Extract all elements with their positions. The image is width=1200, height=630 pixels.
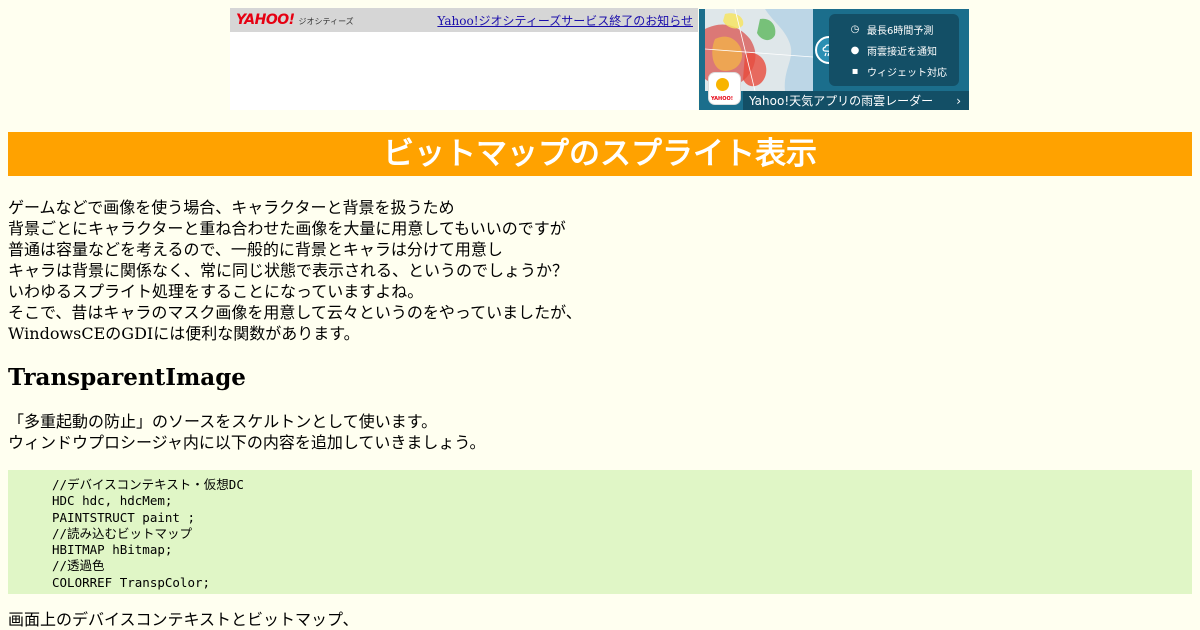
app-icon-label: YAHOO! [711, 96, 733, 102]
feature-item: ▪ ウィジェット対応 [849, 61, 959, 82]
intro-line: ゲームなどで画像を使う場合、キャラクターと背景を扱うため [8, 198, 455, 217]
feature-label: 最長6時間予測 [867, 26, 934, 37]
intro-line: 普通は容量などを考えるので、一般的に背景とキャラは分けて用意し [8, 240, 503, 259]
section-line: ウィンドウプロシージャ内に以下の内容を追加していきましょう。 [8, 433, 486, 452]
yahoo-geocities-logo[interactable]: YAHOO! ジオシティーズ [236, 12, 354, 28]
section-paragraph: 「多重起動の防止」のソースをスケルトンとして使います。 ウィンドウプロシージャ内… [8, 411, 485, 453]
ad-footer-link[interactable]: Yahoo!天気アプリの雨雲レーダー › [743, 91, 969, 110]
code-line: //透過色 [52, 558, 105, 574]
feature-item: ● 雨雲接近を通知 [849, 40, 959, 61]
code-line: PAINTSTRUCT paint ; [52, 509, 195, 525]
chevron-right-icon: › [956, 93, 961, 108]
code-line: //デバイスコンテキスト・仮想DC [52, 477, 244, 492]
intro-line: そこで、昔はキャラのマスク画像を用意して云々というのをやっていましたが、 [8, 303, 582, 322]
code-line: //読み込むビットマップ [52, 525, 193, 541]
feature-list: ◷ 最長6時間予測 ● 雨雲接近を通知 ▪ ウィジェット対応 [829, 14, 959, 86]
intro-line: キャラは背景に関係なく、常に同じ状態で表示される、というのでしょうか？ [8, 261, 569, 280]
clock-icon: ◷ [850, 24, 860, 35]
intro-line: WindowsCEのGDIには便利な関数があります。 [8, 324, 360, 343]
code-block: //デバイスコンテキスト・仮想DC HDC hdc, hdcMem; PAINT… [8, 470, 1192, 594]
intro-paragraph: ゲームなどで画像を使う場合、キャラクターと背景を扱うため 背景ごとにキャラクター… [8, 197, 582, 344]
page-title: ビットマップのスプライト表示 [8, 132, 1192, 176]
intro-line: いわゆるスプライト処理をすることになっていますよね。 [8, 282, 424, 301]
ad-footer-label: Yahoo!天気アプリの雨雲レーダー [749, 94, 934, 108]
pin-icon: ● [850, 45, 860, 56]
weather-app-icon: YAHOO! [708, 72, 741, 105]
service-end-notice-link[interactable]: Yahoo!ジオシティーズサービス終了のお知らせ [437, 12, 693, 29]
intro-line: 背景ごとにキャラクターと重ね合わせた画像を大量に用意してもいいのですが [8, 219, 566, 238]
trailing-paragraph: 画面上のデバイスコンテキストとビットマップ、 [8, 610, 359, 629]
yahoo-logo: YAHOO! [236, 12, 295, 28]
geocities-service-name: ジオシティーズ [298, 17, 354, 26]
code-line: HDC hdc, hdcMem; [52, 493, 173, 509]
code-line: HBITMAP hBitmap; [52, 542, 173, 558]
section-line: 「多重起動の防止」のソースをスケルトンとして使います。 [8, 412, 438, 431]
geocities-banner: YAHOO! ジオシティーズ Yahoo!ジオシティーズサービス終了のお知らせ [230, 8, 698, 110]
feature-label: ウィジェット対応 [867, 68, 947, 79]
weather-app-ad[interactable]: YAHOO! ◷ 最長6時間予測 ● 雨雲接近を通知 ▪ ウィジェット対応 Ya… [699, 9, 969, 110]
section-heading: TransparentImage [8, 364, 246, 391]
feature-item: ◷ 最長6時間予測 [849, 19, 959, 40]
sun-icon [716, 78, 729, 91]
widget-icon: ▪ [851, 66, 859, 77]
code-line: COLORREF TranspColor; [52, 574, 211, 590]
geocities-bar: YAHOO! ジオシティーズ Yahoo!ジオシティーズサービス終了のお知らせ [230, 8, 698, 32]
feature-label: 雨雲接近を通知 [867, 47, 937, 58]
